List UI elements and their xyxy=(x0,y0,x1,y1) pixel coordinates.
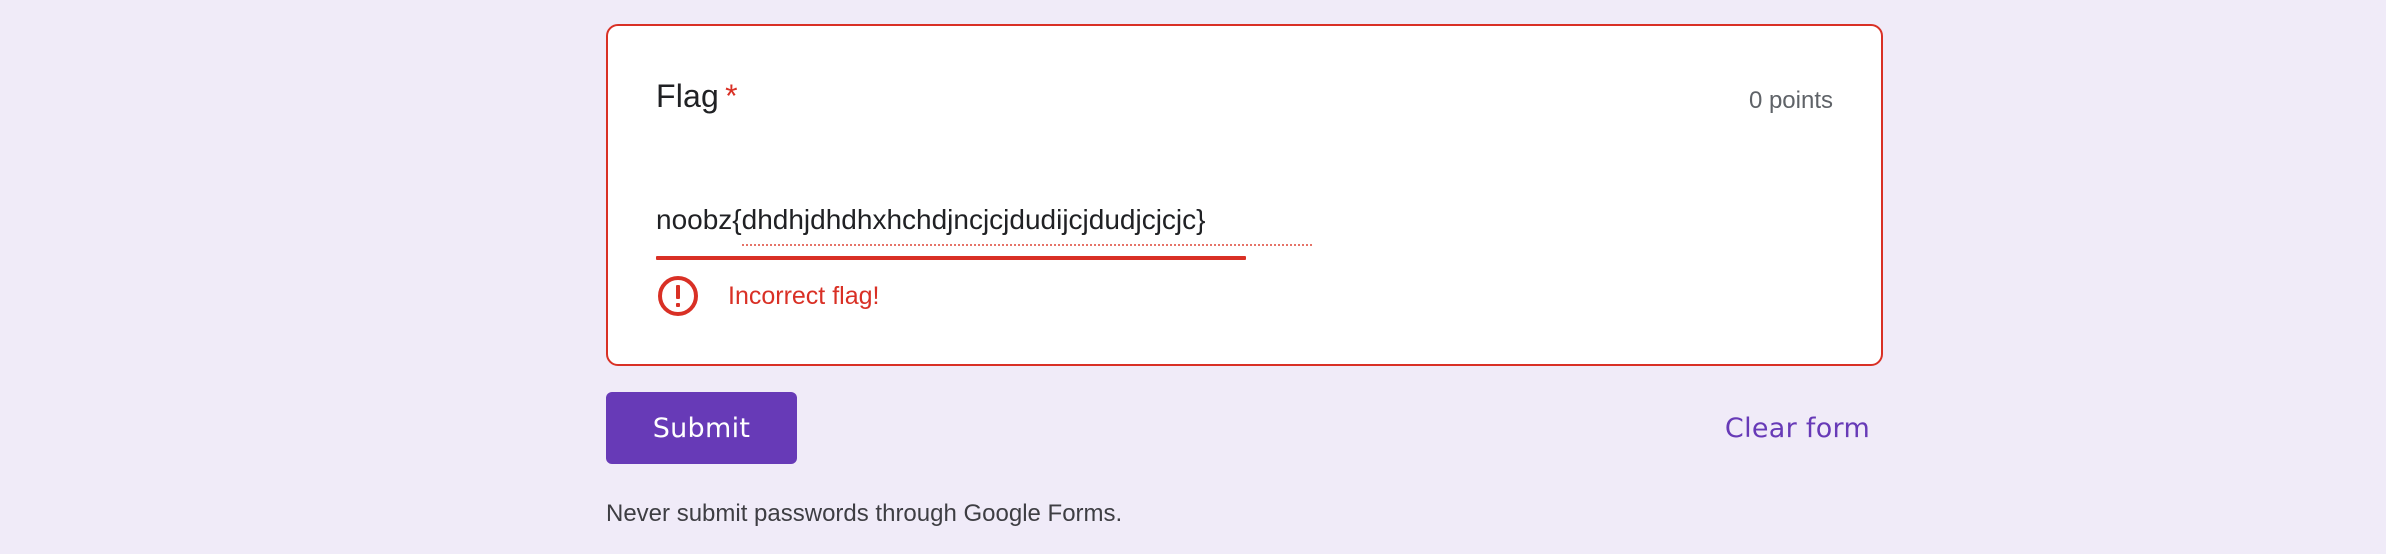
question-card: Flag * 0 points noobz{dhdhjdhdhxhchdjncjc… xyxy=(606,24,1883,366)
question-title: Flag xyxy=(656,78,720,114)
error-message: Incorrect flag! xyxy=(728,281,880,310)
password-warning-note: Never submit passwords through Google Fo… xyxy=(606,500,1123,527)
error-message-row: Incorrect flag! xyxy=(656,274,879,318)
question-title-row: Flag * xyxy=(656,78,738,115)
required-asterisk: * xyxy=(725,78,738,114)
submit-button[interactable]: Submit xyxy=(606,392,797,464)
spellcheck-underline xyxy=(742,244,1312,246)
answer-value[interactable]: noobz{dhdhjdhdhxhchdjncjcjdudijcjdudjcjc… xyxy=(656,204,1206,236)
points-label: 0 points xyxy=(1748,87,1833,114)
input-error-underline xyxy=(656,256,1246,260)
clear-form-button[interactable]: Clear form xyxy=(1712,392,1883,464)
answer-input[interactable]: noobz{dhdhjdhdhxhchdjncjcjdudijcjdudjcjc… xyxy=(656,194,1312,260)
form-page: Flag * 0 points noobz{dhdhjdhdhxhchdjncjc… xyxy=(0,0,2386,554)
error-icon xyxy=(656,274,700,318)
